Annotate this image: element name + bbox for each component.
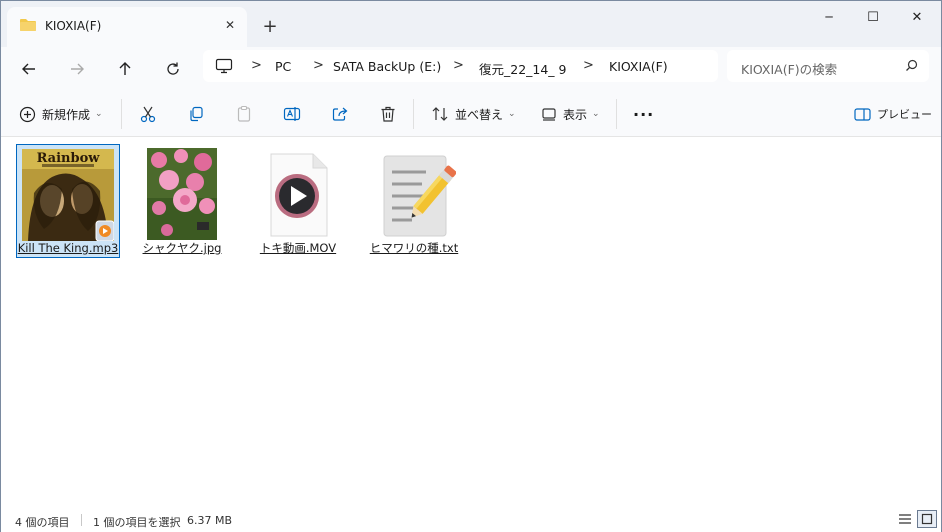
rename-button[interactable] (283, 102, 301, 126)
tab-close-icon[interactable]: ✕ (221, 16, 239, 34)
new-label: 新規作成 (42, 107, 91, 122)
delete-button[interactable] (379, 102, 397, 126)
large-icons-view-button[interactable] (917, 510, 937, 528)
close-button[interactable]: ✕ (895, 7, 939, 27)
svg-text:Rainbow: Rainbow (37, 151, 101, 166)
preview-button[interactable]: プレビュー (854, 102, 932, 126)
divider (121, 99, 122, 129)
folder-icon (19, 18, 37, 35)
file-name[interactable]: Kill The King.mp3 (17, 241, 119, 255)
chevron-down-icon: ⌄ (508, 109, 516, 119)
album-art-thumbnail: Rainbow (22, 149, 115, 244)
scissors-icon (140, 106, 156, 123)
file-item[interactable]: ヒマワリの種.txt (362, 144, 466, 258)
refresh-icon (167, 62, 179, 75)
share-button[interactable] (331, 102, 349, 126)
arrow-right-icon (71, 63, 84, 75)
maximize-button[interactable]: ☐ (851, 7, 895, 27)
more-options-button[interactable]: ··· (633, 102, 654, 126)
new-tab-button[interactable]: + (259, 15, 281, 37)
view-label: 表示 (563, 107, 588, 122)
breadcrumb-separator: > (583, 58, 594, 73)
tab-kioxia[interactable]: KIOXIA(F) ✕ (7, 7, 247, 47)
address-bar: > PC > SATA BackUp (E:) > 復元_22_14_ 9 > … (1, 47, 941, 91)
arrow-up-icon (119, 62, 131, 75)
file-item[interactable]: シャクヤク.jpg (130, 144, 234, 258)
item-count: 4 個の項目 (15, 516, 70, 529)
back-button[interactable] (15, 55, 43, 83)
text-file-icon (372, 148, 457, 243)
breadcrumb-pc[interactable]: PC (275, 59, 291, 74)
selection-size: 6.37 MB (187, 514, 233, 527)
search-input[interactable]: KIOXIA(F)の検索 (741, 59, 837, 78)
trash-icon (381, 106, 395, 122)
pc-icon[interactable] (215, 58, 233, 77)
tab-title: KIOXIA(F) (45, 19, 102, 33)
share-icon (332, 107, 348, 121)
search-box[interactable]: KIOXIA(F)の検索 (727, 50, 929, 82)
breadcrumb[interactable]: > PC > SATA BackUp (E:) > 復元_22_14_ 9 > … (203, 50, 718, 82)
preview-pane-icon (854, 107, 871, 121)
view-icon (542, 108, 556, 121)
refresh-button[interactable] (159, 55, 187, 83)
file-item[interactable]: トキ動画.MOV (246, 144, 350, 258)
video-file-icon (263, 148, 333, 243)
breadcrumb-separator: > (453, 58, 464, 73)
breadcrumb-drive[interactable]: SATA BackUp (E:) (333, 59, 441, 74)
arrow-left-icon (22, 63, 35, 75)
file-explorer-window: KIOXIA(F) ✕ + ─ ☐ ✕ > PC > SATA BackUp (… (0, 0, 942, 532)
view-button[interactable]: 表示 ⌄ (541, 102, 600, 126)
breadcrumb-separator: > (251, 58, 262, 73)
copy-icon (190, 106, 203, 122)
sort-icon (432, 107, 448, 121)
selection-count: 1 個の項目を選択 (93, 516, 181, 529)
clipboard-icon (237, 105, 251, 122)
file-item[interactable]: Rainbow Kill The King.mp3 (16, 144, 120, 258)
details-view-button[interactable] (895, 510, 915, 528)
tiles-view-icon (921, 513, 933, 525)
command-bar: 新規作成 ⌄ 並べ替え ⌄ 表示 ⌄ ··· プレビュー (1, 91, 941, 137)
paste-button[interactable] (235, 102, 253, 126)
list-view-icon (899, 514, 911, 524)
status-bar: 4 個の項目 1 個の項目を選択 6.37 MB (1, 506, 941, 532)
file-name[interactable]: シャクヤク.jpg (130, 240, 234, 256)
divider (413, 99, 414, 129)
chevron-down-icon: ⌄ (95, 109, 103, 119)
file-grid: Rainbow Kill The King.mp3 シャクヤク.jpg トキ動画… (1, 138, 941, 506)
divider (81, 514, 82, 526)
plus-circle-icon (19, 106, 36, 122)
new-button[interactable]: 新規作成 ⌄ (19, 102, 103, 126)
minimize-button[interactable]: ─ (807, 7, 851, 27)
preview-label: プレビュー (877, 108, 932, 121)
file-name[interactable]: トキ動画.MOV (246, 240, 350, 256)
breadcrumb-kioxia[interactable]: KIOXIA(F) (609, 59, 668, 74)
sort-button[interactable]: 並べ替え ⌄ (431, 102, 516, 126)
up-button[interactable] (111, 55, 139, 83)
search-icon[interactable] (905, 59, 918, 75)
breadcrumb-restore[interactable]: 復元_22_14_ 9 (479, 59, 567, 78)
breadcrumb-separator: > (313, 58, 324, 73)
forward-button[interactable] (63, 55, 91, 83)
divider (616, 99, 617, 129)
copy-button[interactable] (187, 102, 205, 126)
chevron-down-icon: ⌄ (592, 109, 600, 119)
cut-button[interactable] (139, 102, 157, 126)
image-thumbnail (147, 148, 217, 243)
title-bar: KIOXIA(F) ✕ + ─ ☐ ✕ (1, 1, 941, 47)
rename-icon (283, 107, 301, 121)
file-name[interactable]: ヒマワリの種.txt (362, 240, 466, 256)
sort-label: 並べ替え (455, 107, 504, 122)
